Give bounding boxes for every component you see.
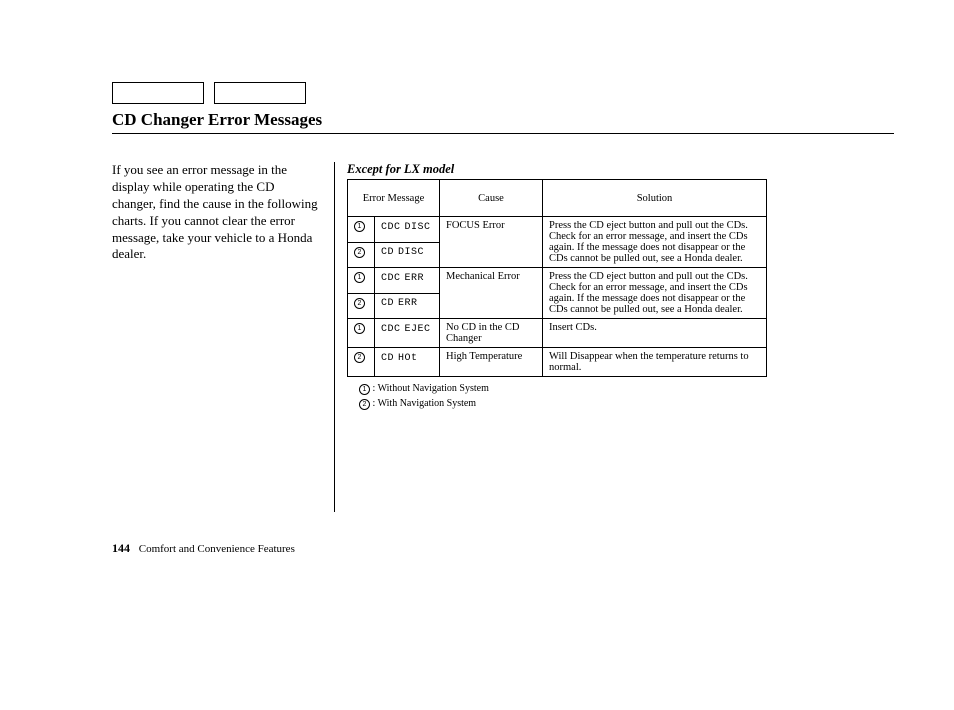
table-row: 2 CD HOt High Temperature Will Disappear…	[348, 348, 767, 377]
solution-cell: Press the CD eject button and pull out t…	[543, 217, 767, 268]
table-legend: 1 : Without Navigation System 2 : With N…	[347, 381, 894, 411]
ref-mark: 1	[348, 217, 375, 243]
header-cause: Cause	[440, 180, 543, 217]
error-table: Error Message Cause Solution 1 CDC DISC …	[347, 179, 767, 377]
ref-mark: 1	[348, 319, 375, 348]
solution-cell: Press the CD eject button and pull out t…	[543, 268, 767, 319]
lcd-cell: CDC DISC	[375, 217, 440, 243]
table-caption: Except for LX model	[347, 162, 894, 177]
title-rule	[112, 133, 894, 134]
table-header-row: Error Message Cause Solution	[348, 180, 767, 217]
table-row: 1 CDC ERR Mechanical Error Press the CD …	[348, 268, 767, 294]
cause-cell: FOCUS Error	[440, 217, 543, 268]
table-row: 1 CDC DISC FOCUS Error Press the CD ejec…	[348, 217, 767, 243]
ref-mark: 1	[348, 268, 375, 294]
intro-paragraph: If you see an error message in the displ…	[112, 162, 334, 512]
lcd-cell: CD DISC	[375, 242, 440, 268]
header-box-1	[112, 82, 204, 104]
header-solution: Solution	[543, 180, 767, 217]
cause-cell: Mechanical Error	[440, 268, 543, 319]
lcd-cell: CDC ERR	[375, 268, 440, 294]
solution-cell: Will Disappear when the temperature retu…	[543, 348, 767, 377]
lcd-cell: CD ERR	[375, 293, 440, 319]
cause-cell: No CD in the CD Changer	[440, 319, 543, 348]
cause-cell: High Temperature	[440, 348, 543, 377]
table-row: 1 CDC EJEC No CD in the CD Changer Inser…	[348, 319, 767, 348]
page-title: CD Changer Error Messages	[112, 110, 894, 133]
header-box-2	[214, 82, 306, 104]
content-columns: If you see an error message in the displ…	[112, 162, 894, 512]
legend-line: 1 : Without Navigation System	[359, 381, 894, 396]
manual-page: CD Changer Error Messages If you see an …	[0, 0, 954, 710]
table-column: Except for LX model Error Message Cause …	[335, 162, 894, 512]
header-link-boxes	[112, 82, 894, 104]
page-footer: 144 Comfort and Convenience Features	[112, 541, 295, 556]
ref-mark: 2	[348, 293, 375, 319]
page-number: 144	[112, 541, 130, 555]
ref-mark: 2	[348, 242, 375, 268]
header-error-message: Error Message	[348, 180, 440, 217]
ref-mark: 2	[348, 348, 375, 377]
lcd-cell: CDC EJEC	[375, 319, 440, 348]
section-name: Comfort and Convenience Features	[139, 543, 295, 555]
solution-cell: Insert CDs.	[543, 319, 767, 348]
legend-line: 2 : With Navigation System	[359, 396, 894, 411]
lcd-cell: CD HOt	[375, 348, 440, 377]
